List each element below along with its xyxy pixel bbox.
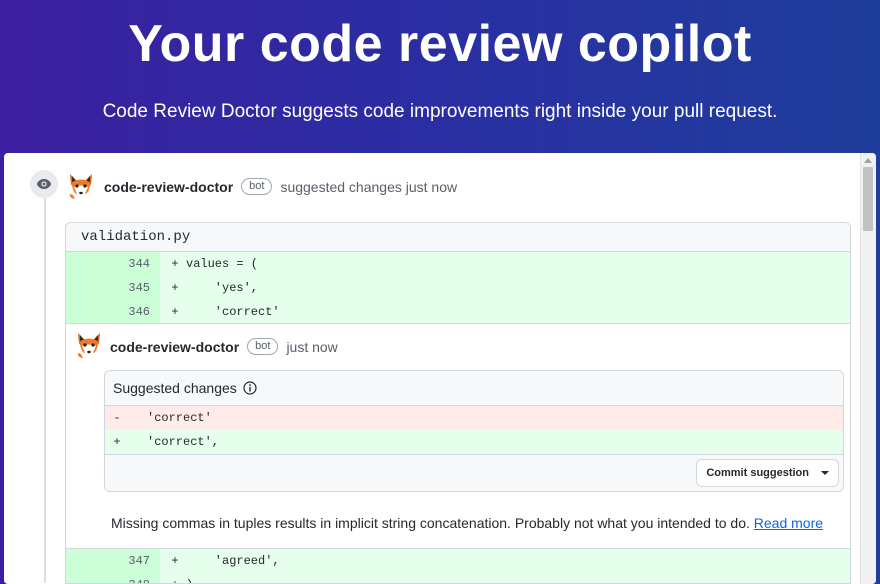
diff-line: 348 + ): [66, 573, 850, 583]
commit-suggestion-label: Commit suggestion: [706, 467, 809, 479]
review-action: suggested changes just now: [280, 178, 458, 195]
bot-badge: bot: [247, 338, 279, 355]
read-more-link[interactable]: Read more: [754, 515, 823, 531]
line-number[interactable]: 346: [66, 300, 160, 324]
commit-suggestion-button[interactable]: Commit suggestion: [696, 459, 839, 487]
comment-body: Missing commas in tuples results in impl…: [111, 515, 823, 531]
bot-badge: bot: [241, 178, 273, 195]
diff-code: 'yes',: [186, 281, 259, 295]
comment-author[interactable]: code-review-doctor: [110, 339, 239, 355]
file-diff: validation.py 344 + values = ( 345 + 'ye…: [65, 222, 851, 584]
line-number[interactable]: 344: [66, 252, 160, 276]
suggestion-removed-line: - 'correct': [105, 406, 843, 430]
diff-sign: +: [166, 578, 184, 583]
scrollbar[interactable]: [860, 153, 876, 584]
diff-code: 'agreed',: [186, 554, 280, 568]
review-header: code-review-doctor bot suggested changes…: [104, 178, 457, 195]
file-name[interactable]: validation.py: [66, 223, 850, 252]
diff-sign: +: [171, 554, 179, 568]
diff-line: 347 + 'agreed',: [66, 549, 850, 573]
timeline-badge: [30, 170, 58, 198]
review-card: code-review-doctor bot suggested changes…: [4, 153, 876, 584]
line-number[interactable]: 347: [66, 549, 160, 573]
eye-icon: [36, 179, 52, 189]
suggested-changes-title: Suggested changes: [113, 380, 237, 396]
scroll-thumb[interactable]: [863, 167, 873, 231]
diff-code: values = (: [186, 257, 259, 271]
timeline-line: [44, 183, 46, 583]
trailing-diff-lines: 347 + 'agreed', 348 + ): [66, 549, 850, 583]
diff-code: 'correct': [147, 411, 212, 425]
suggestion-footer: Commit suggestion: [105, 454, 843, 491]
comment-time[interactable]: just now: [286, 339, 337, 355]
diff-line: 345 + 'yes',: [66, 276, 850, 300]
diff-sign: +: [171, 305, 179, 319]
caret-down-icon[interactable]: [821, 471, 829, 475]
review-comment: code-review-doctor bot just now Suggeste…: [66, 323, 850, 549]
diff-code: ): [186, 578, 193, 583]
review-author[interactable]: code-review-doctor: [104, 179, 233, 195]
diff-sign: +: [171, 257, 179, 271]
diff-sign: +: [113, 435, 121, 449]
suggestion-added-line: + 'correct',: [105, 430, 843, 454]
suggested-changes-box: Suggested changes - 'correct' + 'correct…: [104, 370, 844, 492]
diff-line: 346 + 'correct': [66, 300, 850, 324]
comment-text: Missing commas in tuples results in impl…: [111, 515, 750, 531]
diff-sign: +: [171, 281, 179, 295]
scroll-up-icon[interactable]: [864, 158, 872, 163]
suggested-changes-header: Suggested changes: [105, 371, 843, 406]
hero-subtitle: Code Review Doctor suggests code improve…: [102, 101, 778, 122]
fox-avatar-icon[interactable]: [75, 331, 103, 359]
diff-code: 'correct': [186, 305, 280, 319]
fox-avatar-icon[interactable]: [67, 172, 95, 200]
diff-line: 344 + values = (: [66, 252, 850, 276]
diff-sign: -: [113, 411, 121, 425]
line-number[interactable]: 348: [66, 573, 160, 583]
info-icon[interactable]: [243, 381, 257, 395]
hero-title: Your code review copilot: [128, 15, 752, 73]
comment-header: code-review-doctor bot just now: [110, 338, 338, 355]
diff-code: 'correct',: [147, 435, 220, 449]
line-number[interactable]: 345: [66, 276, 160, 300]
